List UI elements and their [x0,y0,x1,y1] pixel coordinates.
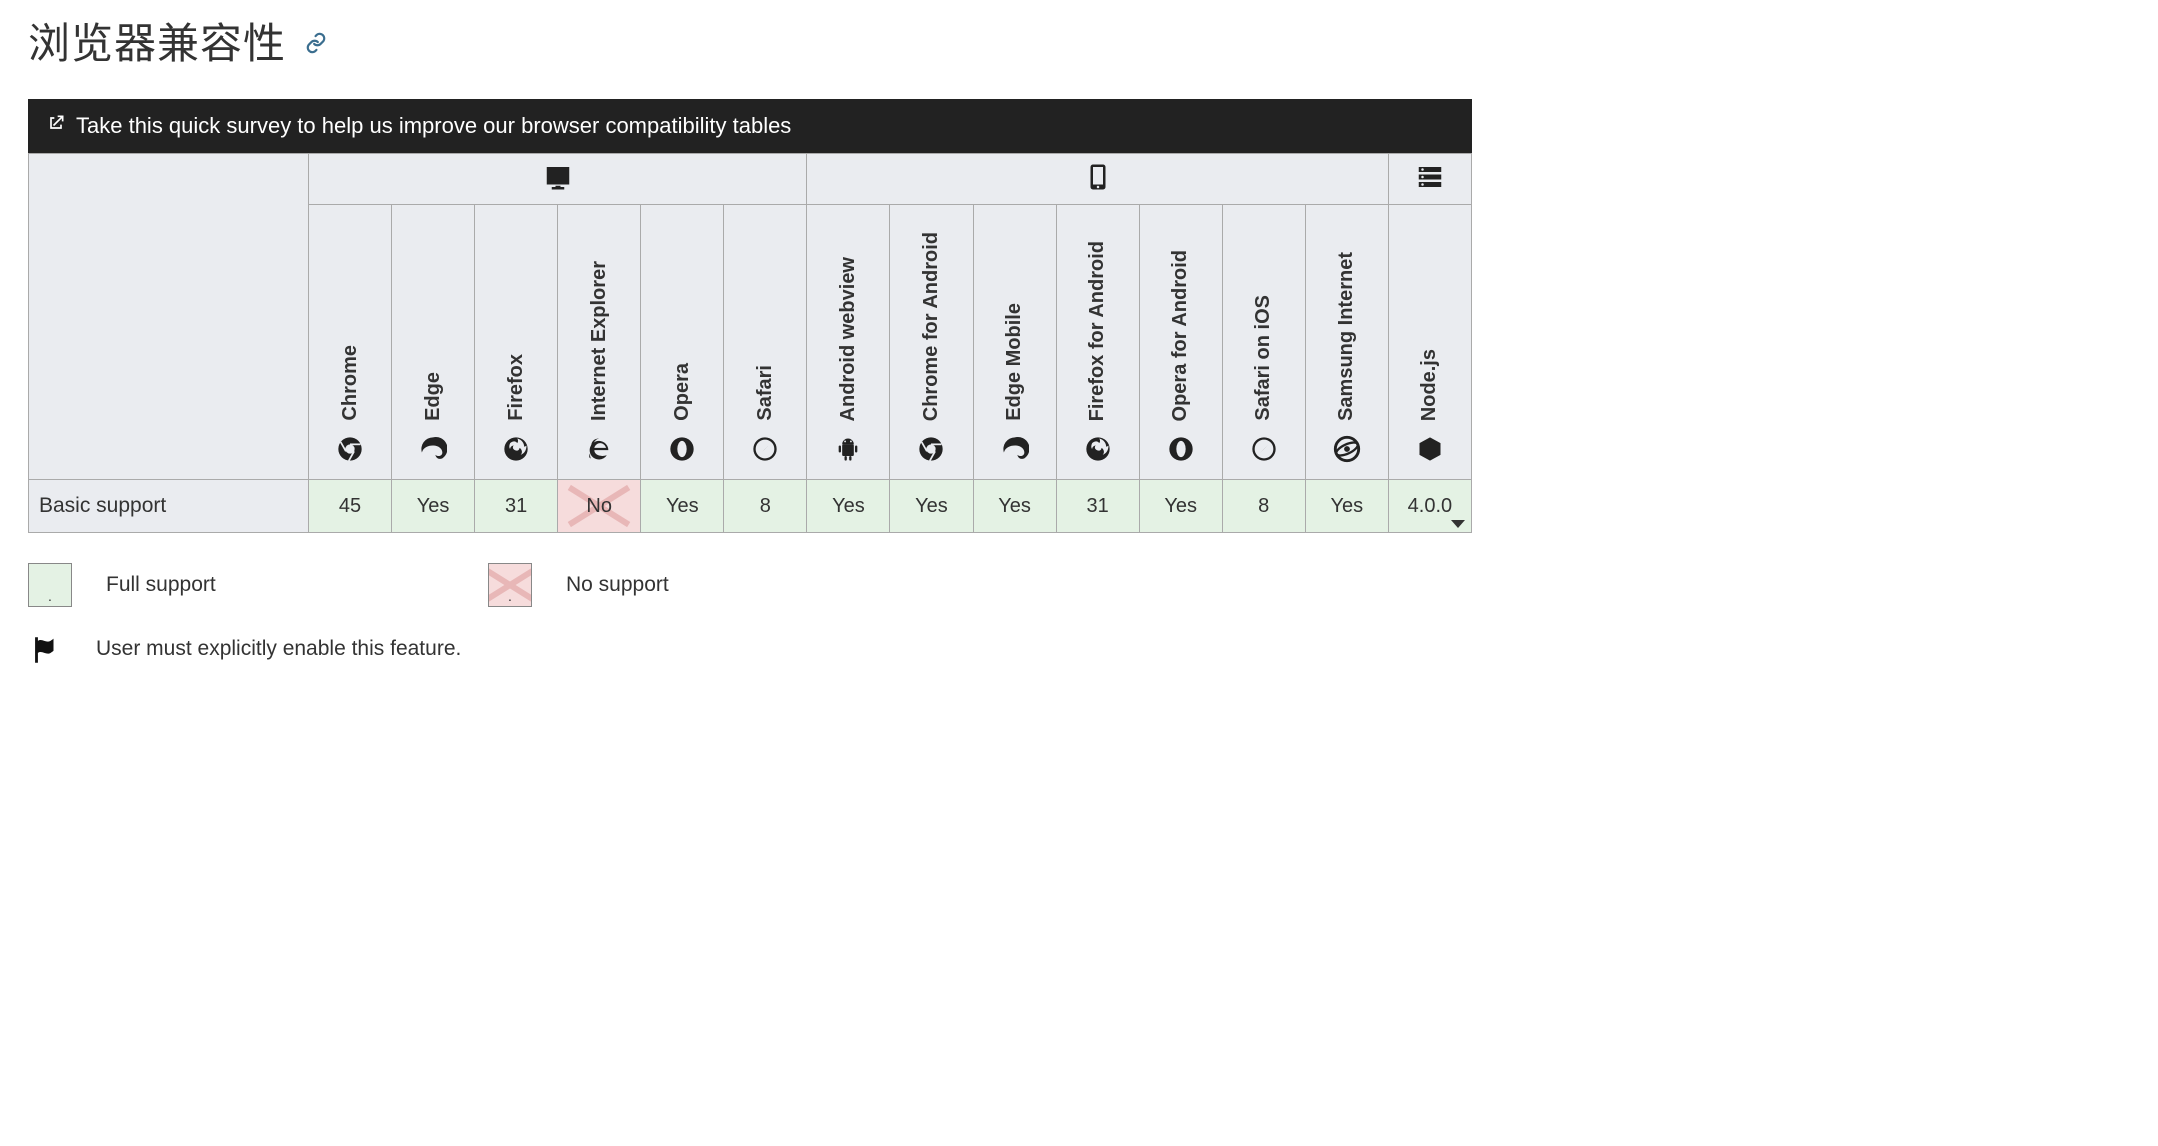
support-value: Yes [666,495,699,517]
browser-label: Chrome [339,345,362,421]
support-cell: Yes [392,480,475,533]
edge-icon [974,435,1056,469]
browser-header-opera: Opera for Android [1139,205,1222,480]
legend-flag-note: User must explicitly enable this feature… [28,633,1472,673]
support-value: 4.0.0 [1408,495,1452,517]
section-heading: 浏览器兼容性 [28,10,1472,71]
support-cell: Yes [1305,480,1388,533]
support-cell: Yes [1139,480,1222,533]
browser-header-samsung: Samsung Internet [1305,205,1388,480]
browser-label: Edge [422,372,445,421]
firefox-icon [1057,435,1139,469]
browser-header-android: Android webview [807,205,890,480]
survey-banner[interactable]: Take this quick survey to help us improv… [28,99,1472,153]
browser-label: Safari on iOS [1252,295,1275,421]
support-value: 31 [505,495,527,517]
support-value: 31 [1086,495,1108,517]
browser-header-safari: Safari [724,205,807,480]
legend-no-support-label: No support [566,573,669,597]
safari-icon [724,435,806,469]
chrome-icon [309,435,391,469]
browser-header-firefox: Firefox [475,205,558,480]
heading-anchor-link[interactable] [305,33,327,60]
support-value: No [586,495,612,517]
browser-header-edge: Edge Mobile [973,205,1056,480]
node-icon [1389,435,1471,469]
support-cell: 31 [475,480,558,533]
safari-icon [1223,435,1305,469]
compat-table: Chrome Edge Firefox Internet Explorer Opera S… [28,153,1472,533]
browser-header-chrome: Chrome [309,205,392,480]
support-value: 8 [760,495,771,517]
platform-mobile [807,154,1388,205]
support-value: 8 [1258,495,1269,517]
browser-label: Firefox for Android [1086,241,1109,421]
edge-icon [392,435,474,469]
legend: . Full support . No support User must ex… [28,563,1472,673]
legend-swatch-yes: . [28,563,72,607]
support-cell: 8 [724,480,807,533]
support-cell: Yes [807,480,890,533]
legend-full-support: . Full support [28,563,448,607]
browser-header-edge: Edge [392,205,475,480]
desktop-icon [543,175,573,197]
platform-desktop [309,154,807,205]
support-cell: 31 [1056,480,1139,533]
browser-label: Chrome for Android [920,232,943,421]
support-value: Yes [998,495,1031,517]
browser-label: Android webview [837,257,860,421]
firefox-icon [475,435,557,469]
opera-icon [1140,435,1222,469]
support-cell: 8 [1222,480,1305,533]
browser-header-ie: Internet Explorer [558,205,641,480]
support-value: Yes [832,495,865,517]
opera-icon [641,435,723,469]
samsung-icon [1306,435,1388,469]
support-cell[interactable]: 4.0.0 [1388,480,1471,533]
browser-label: Node.js [1418,349,1441,421]
legend-swatch-no: . [488,563,532,607]
support-value: Yes [417,495,450,517]
browser-header-node: Node.js [1388,205,1471,480]
legend-flag-text: User must explicitly enable this feature… [96,633,461,665]
support-cell: 45 [309,480,392,533]
browser-header-safari: Safari on iOS [1222,205,1305,480]
browser-label: Safari [754,365,777,421]
browser-label: Opera [671,363,694,421]
support-value: Yes [1164,495,1197,517]
platform-server [1388,154,1471,205]
feature-header-blank [29,154,309,480]
external-link-icon [46,113,66,139]
legend-full-support-label: Full support [106,573,216,597]
support-cell: Yes [641,480,724,533]
heading-text: 浏览器兼容性 [28,20,286,67]
mobile-icon [1083,175,1113,197]
support-cell: No [558,480,641,533]
legend-no-support: . No support [488,563,908,607]
browser-label: Firefox [505,354,528,421]
feature-name: Basic support [29,480,309,533]
flag-icon [28,633,62,673]
browser-label: Edge Mobile [1003,303,1026,421]
support-value: 45 [339,495,361,517]
ie-icon [558,435,640,469]
support-cell: Yes [973,480,1056,533]
table-row: Basic support 45 Yes 31 No Yes 8 Yes Yes Yes 31 Ye… [29,480,1472,533]
browser-label: Samsung Internet [1335,252,1358,421]
survey-text: Take this quick survey to help us improv… [76,113,791,139]
browser-label: Internet Explorer [588,261,611,421]
server-icon [1415,175,1445,197]
browser-header-opera: Opera [641,205,724,480]
browser-label: Opera for Android [1169,250,1192,421]
platform-row [29,154,1472,205]
browser-header-firefox: Firefox for Android [1056,205,1139,480]
support-value: Yes [1330,495,1363,517]
android-icon [807,435,889,469]
support-value: Yes [915,495,948,517]
browser-header-chrome: Chrome for Android [890,205,973,480]
chrome-icon [890,435,972,469]
support-cell: Yes [890,480,973,533]
